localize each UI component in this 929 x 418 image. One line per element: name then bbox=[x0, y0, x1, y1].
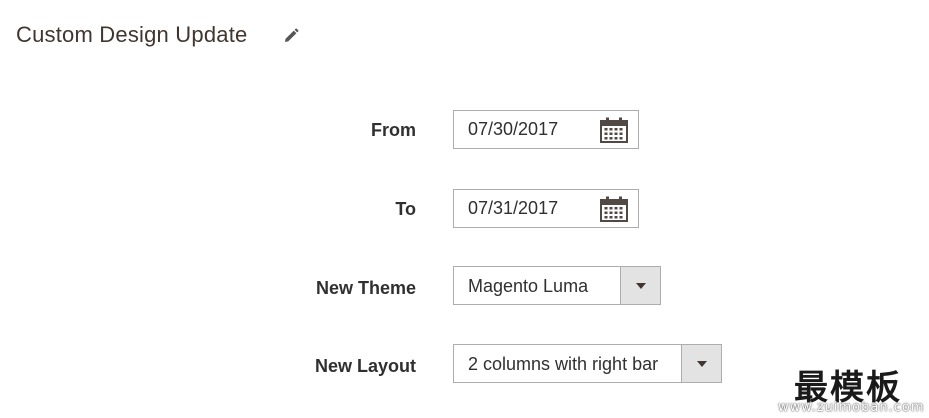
pencil-icon[interactable] bbox=[282, 27, 300, 45]
section-title: Custom Design Update bbox=[16, 22, 248, 47]
from-date-input[interactable] bbox=[454, 111, 608, 148]
chevron-down-icon[interactable] bbox=[620, 267, 660, 304]
from-date-field[interactable] bbox=[453, 110, 639, 149]
custom-design-update-page: Custom Design Update From To bbox=[0, 0, 929, 418]
new-theme-select[interactable]: Magento Luma bbox=[453, 266, 661, 305]
from-row: From bbox=[0, 110, 929, 150]
watermark: 最模板 www.zuimoban.com bbox=[768, 356, 929, 418]
new-layout-label: New Layout bbox=[314, 356, 416, 376]
new-layout-select[interactable]: 2 columns with right bar bbox=[453, 344, 722, 383]
new-theme-selected-value: Magento Luma bbox=[468, 276, 589, 296]
from-label: From bbox=[371, 120, 416, 140]
new-theme-label: New Theme bbox=[315, 278, 416, 298]
to-date-field[interactable] bbox=[453, 189, 639, 228]
to-row: To bbox=[0, 189, 929, 229]
new-theme-row: New Theme Magento Luma bbox=[0, 266, 929, 306]
chevron-down-icon[interactable] bbox=[681, 345, 721, 382]
to-label: To bbox=[395, 199, 416, 219]
calendar-icon[interactable] bbox=[600, 196, 628, 222]
new-layout-selected-value: 2 columns with right bar bbox=[468, 354, 659, 374]
watermark-url: www.zuimoban.com bbox=[778, 400, 925, 415]
calendar-icon[interactable] bbox=[600, 117, 628, 143]
to-date-input[interactable] bbox=[454, 190, 608, 227]
